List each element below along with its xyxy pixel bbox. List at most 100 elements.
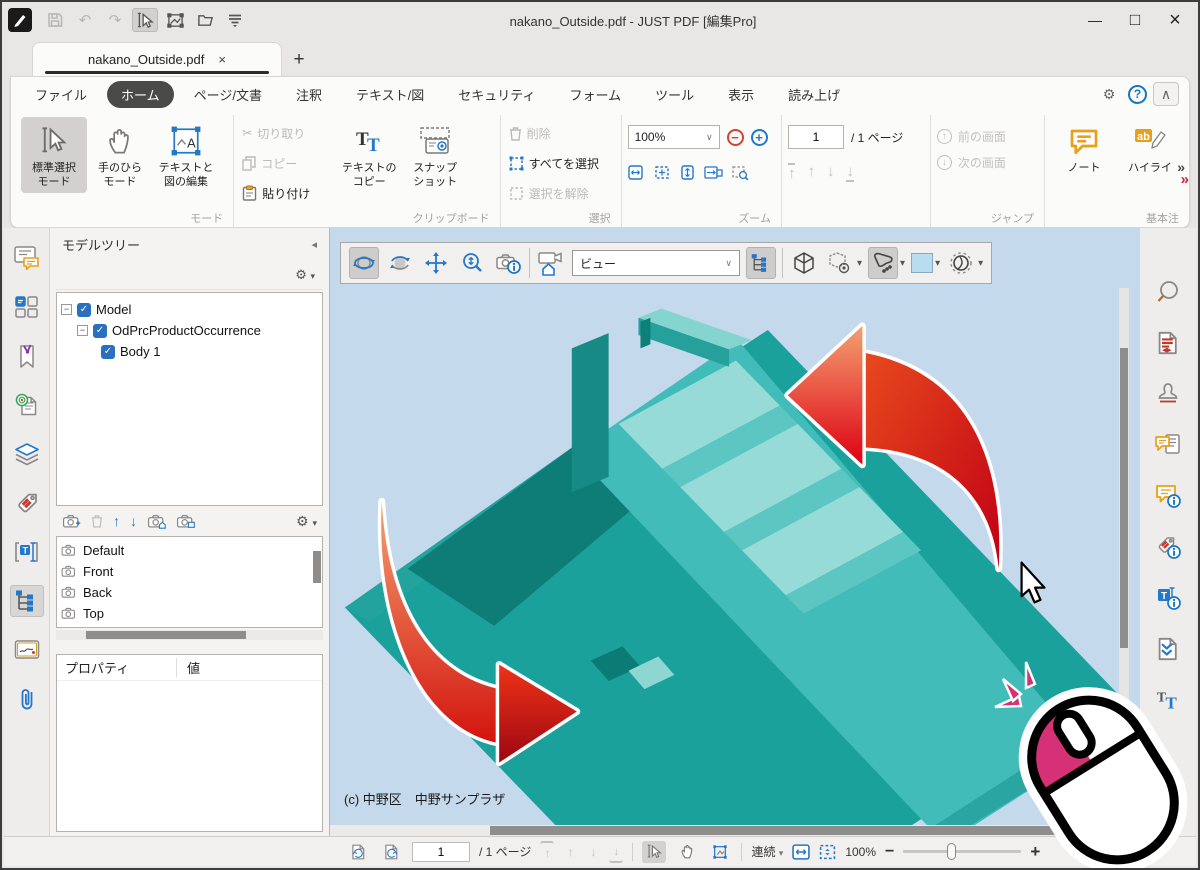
- highlight-button[interactable]: ab ハイライ: [1117, 117, 1183, 179]
- checkbox-checked[interactable]: ✓: [101, 345, 115, 359]
- rotate-left-icon[interactable]: [346, 841, 370, 863]
- document-tab[interactable]: nakano_Outside.pdf ×: [32, 42, 282, 76]
- pan-tool-icon[interactable]: [421, 247, 451, 279]
- spin-tool-icon[interactable]: [385, 247, 415, 279]
- zoom-slider-knob[interactable]: [947, 843, 956, 860]
- search-icon[interactable]: [1151, 276, 1185, 308]
- expander-icon[interactable]: −: [61, 304, 72, 315]
- comment-list-icon[interactable]: [1151, 429, 1185, 461]
- view-combobox[interactable]: ビュー ∨: [572, 250, 740, 276]
- rotate-right-icon[interactable]: [379, 841, 403, 863]
- fit-page-icon[interactable]: [654, 165, 671, 180]
- attachments-icon[interactable]: [10, 683, 44, 715]
- ribbon-tab-text-figure[interactable]: テキスト/図: [342, 81, 438, 108]
- next-view-button[interactable]: ↓次の画面: [937, 149, 1006, 175]
- last-page-icon[interactable]: ↓: [609, 841, 623, 863]
- page-number-input[interactable]: [788, 125, 844, 149]
- tag-info-icon[interactable]: [1151, 531, 1185, 563]
- first-page-icon[interactable]: ↑: [540, 841, 554, 863]
- comment-info-icon[interactable]: [1151, 480, 1185, 512]
- home-view-icon[interactable]: [147, 514, 166, 529]
- collapse-ribbon-icon[interactable]: ∧: [1153, 82, 1179, 106]
- standard-select-mode-button[interactable]: 標準選択 モード: [21, 117, 87, 193]
- ribbon-overflow-icon[interactable]: »: [1181, 171, 1189, 188]
- model-tree-toggle-icon[interactable]: [746, 247, 776, 279]
- help-icon[interactable]: ?: [1128, 85, 1147, 104]
- next-page-icon[interactable]: ↓: [586, 841, 600, 863]
- zoom-level-combobox[interactable]: 100% ∨: [628, 125, 720, 149]
- move-up-icon[interactable]: ↑: [113, 513, 120, 529]
- background-color-swatch[interactable]: [911, 253, 933, 273]
- paste-button[interactable]: 貼り付け: [242, 181, 334, 205]
- expander-icon[interactable]: −: [77, 325, 88, 336]
- status-fit-width-icon[interactable]: [792, 844, 810, 860]
- tree-options-gear-icon[interactable]: ⚙ ▾: [295, 267, 315, 283]
- content-text-icon[interactable]: T: [10, 536, 44, 568]
- status-zoom-out-icon[interactable]: −: [885, 843, 894, 861]
- page-thumbnails-icon[interactable]: [10, 291, 44, 323]
- destinations-icon[interactable]: [10, 389, 44, 421]
- tree-item-body[interactable]: ✓ Body 1: [61, 341, 318, 362]
- status-page-input[interactable]: [412, 842, 470, 862]
- ribbon-tab-home[interactable]: ホーム: [107, 81, 174, 108]
- select-tool-icon[interactable]: [132, 8, 158, 32]
- first-page-icon[interactable]: ↑: [788, 163, 796, 182]
- panel-collapse-icon[interactable]: ◂: [311, 238, 317, 251]
- add-view-icon[interactable]: [62, 514, 81, 529]
- view-item-front[interactable]: Front: [61, 561, 318, 582]
- ribbon-tab-view[interactable]: 表示: [714, 81, 768, 108]
- open-file-icon[interactable]: [192, 8, 218, 32]
- prev-page-icon[interactable]: ↑: [807, 163, 815, 182]
- render-dropdown-icon[interactable]: ▾: [857, 258, 862, 269]
- delete-view-icon[interactable]: [91, 514, 103, 528]
- save-icon[interactable]: [42, 8, 68, 32]
- minimize-button[interactable]: —: [1078, 7, 1112, 33]
- edit-object-icon[interactable]: [162, 8, 188, 32]
- tab-close-icon[interactable]: ×: [218, 52, 226, 67]
- last-page-icon[interactable]: ↓: [846, 163, 854, 182]
- redo-icon[interactable]: ↷: [102, 8, 128, 32]
- status-hand-tool-icon[interactable]: [675, 841, 699, 863]
- marquee-zoom-icon[interactable]: [732, 165, 749, 180]
- tree-item-occurrence[interactable]: − ✓ OdPrcProductOccurrence: [61, 320, 318, 341]
- ribbon-tab-tools[interactable]: ツール: [641, 81, 708, 108]
- checkbox-checked[interactable]: ✓: [77, 303, 91, 317]
- next-page-icon[interactable]: ↓: [827, 163, 835, 182]
- layout-mode-dropdown[interactable]: 連続 ▾: [751, 843, 783, 860]
- ribbon-tab-page[interactable]: ページ/文書: [180, 81, 276, 108]
- status-fit-page-icon[interactable]: [819, 844, 836, 860]
- copy-button[interactable]: コピー: [242, 151, 334, 175]
- new-tab-button[interactable]: +: [282, 44, 316, 76]
- note-button[interactable]: ノート: [1051, 117, 1117, 179]
- views-horizontal-scrollbar[interactable]: [56, 630, 323, 640]
- stamp-icon[interactable]: [1151, 378, 1185, 410]
- default-view-icon[interactable]: [536, 247, 566, 279]
- model-tree-panel-icon[interactable]: [10, 585, 44, 617]
- tags-icon[interactable]: [10, 487, 44, 519]
- zoom-out-button[interactable]: −: [727, 129, 744, 146]
- prev-page-icon[interactable]: ↑: [563, 841, 577, 863]
- section-dropdown-icon[interactable]: ▾: [900, 258, 905, 269]
- ribbon-tab-readaloud[interactable]: 読み上げ: [774, 81, 854, 108]
- bookmarks-icon[interactable]: [10, 340, 44, 372]
- ribbon-tab-security[interactable]: セキュリティ: [444, 81, 549, 108]
- background-dropdown-icon[interactable]: ▾: [935, 258, 940, 269]
- fit-height-icon[interactable]: [680, 165, 695, 180]
- layers-icon[interactable]: [10, 438, 44, 470]
- projection-cube-icon[interactable]: [789, 247, 819, 279]
- undo-icon[interactable]: ↶: [72, 8, 98, 32]
- ribbon-tab-form[interactable]: フォーム: [555, 81, 635, 108]
- checkbox-checked[interactable]: ✓: [93, 324, 107, 338]
- copy-text-button[interactable]: TT テキストの コピー: [336, 117, 402, 193]
- actual-size-icon[interactable]: [704, 165, 723, 180]
- deselect-button[interactable]: 選択を解除: [509, 181, 613, 205]
- view-item-top[interactable]: Top: [61, 603, 318, 624]
- lighting-icon[interactable]: [946, 247, 976, 279]
- view-item-default[interactable]: Default: [61, 540, 318, 561]
- comments-panel-icon[interactable]: [10, 242, 44, 274]
- settings-gear-icon[interactable]: ⚙: [1096, 82, 1122, 106]
- set-view-icon[interactable]: [176, 514, 195, 529]
- cut-button[interactable]: ✂切り取り: [242, 121, 334, 145]
- delete-button[interactable]: 削除: [509, 121, 613, 145]
- zoom-tool-icon[interactable]: [457, 247, 487, 279]
